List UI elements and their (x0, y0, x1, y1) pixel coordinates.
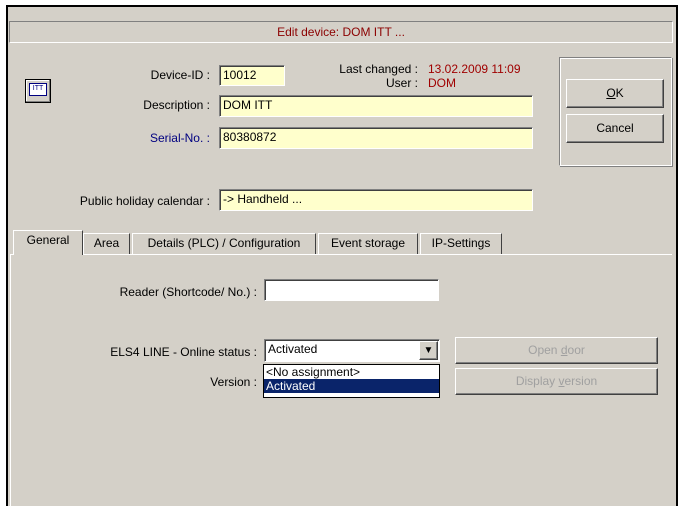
dropdown-option-no-assignment[interactable]: <No assignment> (264, 365, 439, 379)
tab-general[interactable]: General (13, 230, 83, 255)
online-status-dropdown-list: <No assignment> Activated (263, 364, 440, 398)
holiday-field[interactable]: -> Handheld ... (219, 189, 533, 211)
device-icon-screen: ITT (29, 83, 47, 96)
online-status-select[interactable]: Activated (264, 339, 440, 362)
device-id-label: Device-ID : (150, 68, 210, 82)
user-value: DOM (428, 76, 456, 90)
ok-button[interactable]: OK (566, 79, 664, 108)
display-version-button[interactable]: Display version (455, 368, 658, 395)
chevron-down-icon: ▼ (423, 345, 434, 356)
serial-field[interactable]: 80380872 (219, 127, 533, 149)
serial-label: Serial-No. : (149, 131, 210, 145)
description-field[interactable]: DOM ITT (219, 95, 533, 117)
display-version-label-prefix: Display (515, 374, 559, 388)
description-label: Description : (143, 98, 210, 112)
ok-hotkey: O (606, 86, 616, 100)
reader-field[interactable] (264, 279, 439, 301)
online-status-value: Activated (268, 342, 318, 356)
button-group (559, 57, 672, 166)
open-door-hotkey: d (560, 343, 568, 357)
ok-label-rest: K (615, 86, 624, 100)
version-label: Version : (210, 375, 257, 389)
display-version-label-rest: ersion (564, 374, 598, 388)
online-status-label: ELS4 LINE - Online status : (110, 345, 257, 359)
device-icon: ITT (25, 79, 51, 103)
cancel-button[interactable]: Cancel (566, 114, 664, 143)
dropdown-arrow-button[interactable]: ▼ (419, 341, 438, 360)
open-door-label-rest: oor (567, 343, 585, 357)
open-door-button[interactable]: Open door (455, 337, 658, 364)
open-door-label-prefix: Open (528, 343, 561, 357)
device-id-field[interactable]: 10012 (219, 65, 285, 86)
dialog-title: Edit device: DOM ITT ... (9, 21, 673, 43)
tab-details-plc-configuration[interactable]: Details (PLC) / Configuration (132, 233, 316, 254)
user-label: User : (385, 76, 418, 90)
reader-label: Reader (Shortcode/ No.) : (119, 285, 257, 299)
holiday-label: Public holiday calendar : (79, 194, 210, 208)
tab-ip-settings[interactable]: IP-Settings (420, 233, 502, 254)
dropdown-option-activated[interactable]: Activated (264, 379, 439, 393)
tab-area[interactable]: Area (83, 233, 130, 254)
tab-event-storage[interactable]: Event storage (318, 233, 418, 254)
